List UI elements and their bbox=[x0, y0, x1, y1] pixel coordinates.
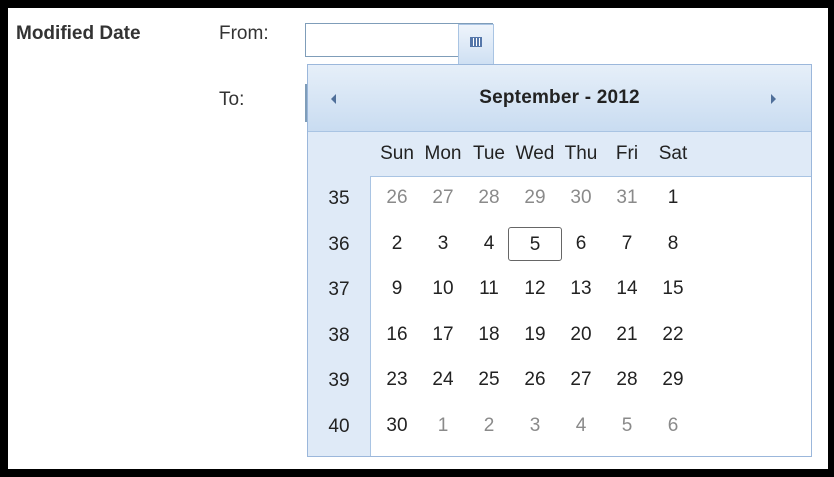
calendar-day[interactable]: 21 bbox=[604, 318, 650, 352]
day-of-week-header: Tue bbox=[472, 143, 506, 164]
week-number: 40 bbox=[328, 415, 350, 437]
calendar-day[interactable]: 23 bbox=[374, 363, 420, 397]
calendar-day[interactable]: 3 bbox=[420, 227, 466, 261]
calendar-day[interactable]: 18 bbox=[466, 318, 512, 352]
calendar-day[interactable]: 2 bbox=[466, 409, 512, 443]
calendar-day[interactable]: 26 bbox=[374, 181, 420, 215]
calendar-day[interactable]: 10 bbox=[420, 272, 466, 306]
calendar-day[interactable]: 15 bbox=[650, 272, 696, 306]
calendar-day[interactable]: 30 bbox=[558, 181, 604, 215]
calendar-day[interactable]: 1 bbox=[420, 409, 466, 443]
calendar-day[interactable]: 28 bbox=[466, 181, 512, 215]
day-of-week-header: Wed bbox=[515, 143, 555, 164]
calendar-day[interactable]: 2 bbox=[374, 227, 420, 261]
calendar-day[interactable]: 30 bbox=[374, 409, 420, 443]
calendar-popup: September - 2012 Sun Mon Tue Wed Thu Fri Sat 3… bbox=[307, 64, 812, 457]
day-of-week-header: Mon bbox=[424, 143, 462, 164]
calendar-icon bbox=[470, 37, 482, 47]
calendar-day[interactable]: 27 bbox=[558, 363, 604, 397]
calendar-header: September - 2012 bbox=[308, 65, 811, 132]
calendar-day[interactable]: 6 bbox=[650, 409, 696, 443]
week-number: 36 bbox=[328, 233, 350, 255]
calendar-day[interactable]: 6 bbox=[558, 227, 604, 261]
calendar-day[interactable]: 12 bbox=[512, 272, 558, 306]
calendar-day[interactable]: 13 bbox=[558, 272, 604, 306]
calendar-day[interactable]: 8 bbox=[650, 227, 696, 261]
calendar-day[interactable]: 27 bbox=[420, 181, 466, 215]
calendar-day[interactable]: 16 bbox=[374, 318, 420, 352]
calendar-day[interactable]: 9 bbox=[374, 272, 420, 306]
modified-date-label: Modified Date bbox=[16, 23, 141, 44]
day-of-week-header: Fri bbox=[615, 143, 639, 164]
calendar-day[interactable]: 4 bbox=[558, 409, 604, 443]
week-number: 35 bbox=[328, 188, 350, 209]
week-number: 38 bbox=[328, 324, 350, 346]
calendar-day[interactable]: 1 bbox=[650, 181, 696, 215]
week-number: 37 bbox=[328, 279, 350, 300]
calendar-day[interactable]: 31 bbox=[604, 181, 650, 215]
from-label: From: bbox=[219, 23, 269, 44]
calendar-day[interactable]: 17 bbox=[420, 318, 466, 352]
calendar-day[interactable]: 14 bbox=[604, 272, 650, 306]
calendar-day[interactable]: 25 bbox=[466, 363, 512, 397]
calendar-day[interactable]: 29 bbox=[512, 181, 558, 215]
calendar-day[interactable]: 7 bbox=[604, 227, 650, 261]
calendar-day[interactable]: 11 bbox=[466, 272, 512, 306]
calendar-day[interactable]: 4 bbox=[466, 227, 512, 261]
calendar-day[interactable]: 26 bbox=[512, 363, 558, 397]
calendar-day[interactable]: 3 bbox=[512, 409, 558, 443]
calendar-day[interactable]: 5 bbox=[604, 409, 650, 443]
calendar-day[interactable]: 29 bbox=[650, 363, 696, 397]
day-of-week-header: Sun bbox=[380, 143, 414, 164]
calendar-day-selected[interactable]: 5 bbox=[508, 226, 562, 261]
calendar-day[interactable]: 20 bbox=[558, 318, 604, 352]
calendar-day[interactable]: 24 bbox=[420, 363, 466, 397]
chevron-right-icon[interactable] bbox=[771, 94, 776, 104]
to-label: To: bbox=[219, 89, 245, 110]
calendar-button[interactable] bbox=[458, 24, 494, 64]
calendar-month-title: September - 2012 bbox=[479, 87, 640, 108]
calendar-day[interactable]: 19 bbox=[512, 318, 558, 352]
day-of-week-header: Thu bbox=[564, 143, 598, 164]
week-number: 39 bbox=[328, 370, 350, 391]
calendar-day[interactable]: 28 bbox=[604, 363, 650, 397]
day-of-week-header: Sat bbox=[658, 143, 688, 164]
calendar-day[interactable]: 22 bbox=[650, 318, 696, 352]
